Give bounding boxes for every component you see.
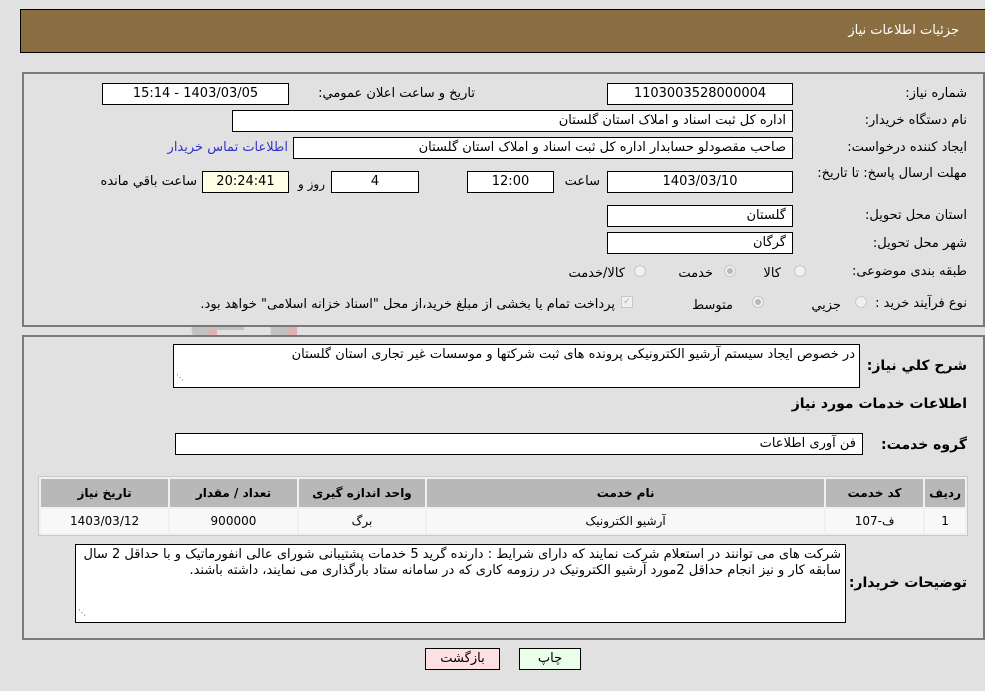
col-service-name: نام خدمت <box>427 479 825 507</box>
category-radio-goods[interactable] <box>794 265 806 277</box>
col-need-date: تاريخ نياز <box>41 479 169 507</box>
deadline-time-label: ساعت <box>564 174 600 189</box>
category-option-service: خدمت <box>678 266 713 281</box>
category-radio-service[interactable] <box>724 265 736 277</box>
table-row: 1 ف-107 آرشیو الکترونیک برگ 900000 1403/… <box>41 509 965 533</box>
col-quantity: تعداد / مقدار <box>170 479 297 507</box>
buyer-org-label: نام دستگاه خریدار: <box>864 113 967 128</box>
summary-text: در خصوص ایجاد سیستم آرشیو الکترونیکی پرو… <box>291 347 855 362</box>
buyer-notes-label: توضیحات خریدار: <box>848 575 967 591</box>
summary-textarea[interactable]: در خصوص ایجاد سیستم آرشیو الکترونیکی پرو… <box>173 344 860 388</box>
announce-date-field: 1403/03/05 - 15:14 <box>102 83 289 105</box>
buyer-org-field: اداره کل ثبت اسناد و املاک استان گلستان <box>232 110 793 132</box>
requester-field: صاحب مقصودلو حسابدار اداره کل ثبت اسناد … <box>293 137 793 159</box>
process-option-minor: جزيي <box>811 298 841 313</box>
service-group-field: فن آوری اطلاعات <box>175 433 863 455</box>
process-radio-minor[interactable] <box>855 296 867 308</box>
treasury-note: پرداخت تمام یا بخشی از مبلغ خرید،از محل … <box>200 297 615 312</box>
services-table-wrap: رديف کد خدمت نام خدمت واحد اندازه گیری ت… <box>38 476 968 536</box>
city-label: شهر محل تحویل: <box>872 236 967 251</box>
process-type-label: نوع فرآیند خرید : <box>875 296 967 311</box>
process-option-medium: متوسط <box>692 298 733 313</box>
deadline-time-field: 12:00 <box>467 171 554 193</box>
treasury-checkbox[interactable]: ✓ <box>621 296 633 308</box>
services-heading: اطلاعات خدمات مورد نياز <box>791 396 967 412</box>
col-unit: واحد اندازه گیری <box>298 479 426 507</box>
cell-quantity: 900000 <box>170 509 297 533</box>
category-option-goods-service: کالا/خدمت <box>568 266 625 281</box>
cell-need-date: 1403/03/12 <box>41 509 169 533</box>
page-header: جزئیات اطلاعات نیاز <box>20 9 985 53</box>
cell-service-code: ف-107 <box>826 509 924 533</box>
remaining-time-label: ساعت باقي مانده <box>100 174 197 189</box>
requester-label: ایجاد کننده درخواست: <box>847 140 967 155</box>
services-table: رديف کد خدمت نام خدمت واحد اندازه گیری ت… <box>38 476 968 536</box>
back-button[interactable]: بازگشت <box>425 648 500 670</box>
days-label: روز و <box>298 177 325 191</box>
city-field: گرگان <box>607 232 793 254</box>
need-number-field: 1103003528000004 <box>607 83 793 105</box>
province-field: گلستان <box>607 205 793 227</box>
buyer-notes-textarea[interactable]: شرکت های می توانند در استعلام شرکت نماین… <box>75 544 846 623</box>
days-remaining-field: 4 <box>331 171 419 193</box>
cell-row-number: 1 <box>925 509 965 533</box>
province-label: استان محل تحویل: <box>865 208 967 223</box>
remaining-time-field: 20:24:41 <box>202 171 289 193</box>
cell-service-name: آرشیو الکترونیک <box>427 509 825 533</box>
page-title: جزئیات اطلاعات نیاز <box>848 23 959 38</box>
cell-unit: برگ <box>298 509 426 533</box>
col-row-number: رديف <box>925 479 965 507</box>
category-radio-goods-service[interactable] <box>634 265 646 277</box>
buyer-contact-link[interactable]: اطلاعات تماس خریدار <box>168 140 288 155</box>
table-header-row: رديف کد خدمت نام خدمت واحد اندازه گیری ت… <box>41 479 965 507</box>
resize-grip-icon[interactable]: ⋰ <box>78 605 86 621</box>
resize-grip-icon[interactable]: ⋰ <box>176 370 184 386</box>
deadline-label: مهلت ارسال پاسخ: تا تاریخ: <box>817 166 967 181</box>
category-label: طبقه بندی موضوعی: <box>851 264 967 279</box>
process-radio-medium[interactable] <box>752 296 764 308</box>
service-group-label: گروه خدمت: <box>881 437 967 453</box>
print-button[interactable]: چاپ <box>519 648 581 670</box>
buyer-notes-text: شرکت های می توانند در استعلام شرکت نماین… <box>83 547 842 578</box>
category-option-goods: کالا <box>763 266 781 281</box>
deadline-date-field: 1403/03/10 <box>607 171 793 193</box>
col-service-code: کد خدمت <box>826 479 924 507</box>
announce-date-label: تاریخ و ساعت اعلان عمومي: <box>318 86 475 101</box>
summary-label: شرح کلي نياز: <box>866 358 967 374</box>
need-number-label: شماره نیاز: <box>905 86 967 101</box>
